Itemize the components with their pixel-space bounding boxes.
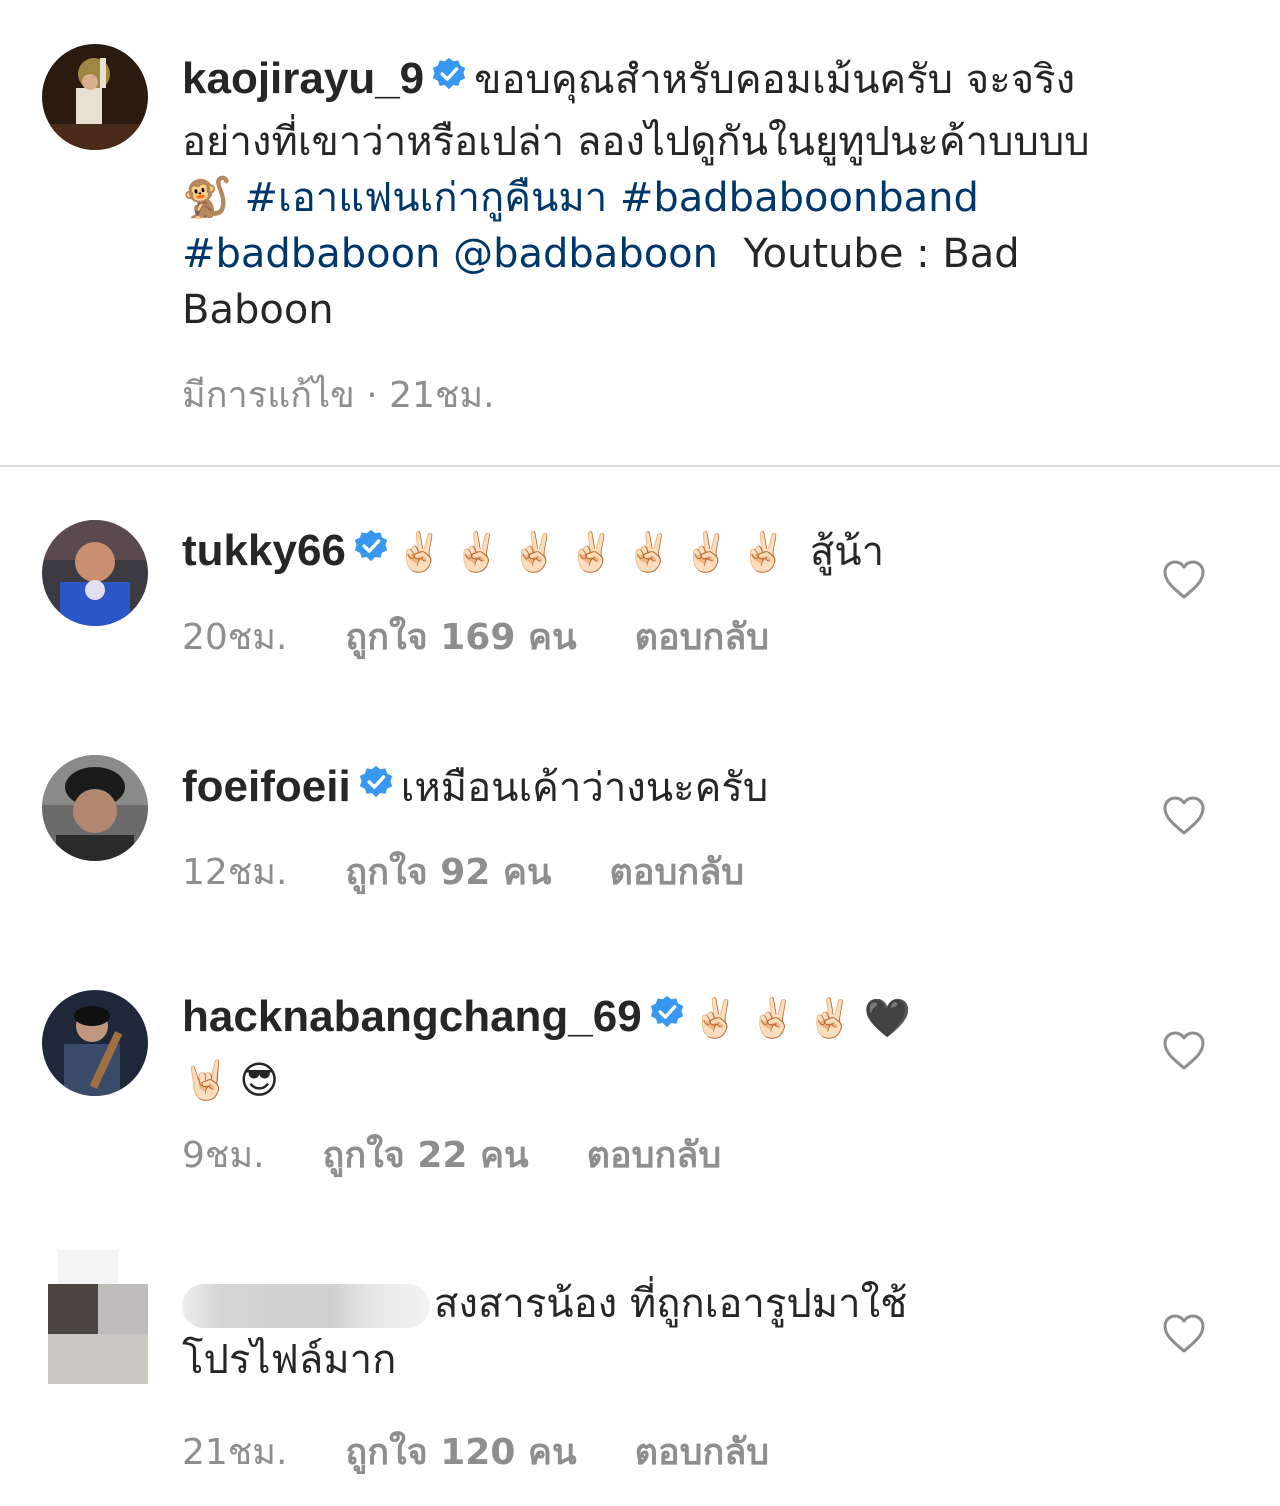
comment-avatar[interactable] — [42, 755, 148, 861]
comment-emoji-text: ✌🏻✌🏻✌🏻🖤 — [691, 996, 921, 1040]
comment-likes[interactable]: ถูกใจ 169 คน — [345, 608, 576, 665]
comment-username[interactable]: foeifoeii — [182, 762, 351, 811]
comment-username[interactable]: tukky66 — [182, 526, 346, 575]
caption-text-line2: อย่างที่เขาว่าหรือเปล่า ลองไปดูกันในยูทู… — [182, 119, 1090, 165]
comment-meta: 9ชม. ถูกใจ 22 คน ตอบกลับ — [182, 1126, 721, 1183]
comment-username[interactable]: hacknabangchang_69 — [182, 992, 642, 1041]
comment-likes[interactable]: ถูกใจ 120 คน — [345, 1423, 576, 1480]
comment-likes[interactable]: ถูกใจ 22 คน — [323, 1126, 529, 1183]
mention-link[interactable]: @badbaboon — [453, 231, 718, 277]
comment-text: สงสารน้อง ที่ถูกเอารูปมาใช้ โปรไฟล์มาก — [182, 1276, 1142, 1388]
heart-outline-icon[interactable] — [1162, 796, 1206, 836]
comment-body: สู้น้า — [809, 529, 885, 575]
caption-youtube-text-2: Baboon — [182, 287, 334, 333]
hashtag-link[interactable]: #เอาแฟนเก่ากูคืนมา — [245, 175, 608, 221]
reply-button[interactable]: ตอบกลับ — [635, 1423, 770, 1480]
comment-emoji-text-2: 🤘🏻😎 — [182, 1058, 289, 1102]
comment-avatar[interactable] — [42, 990, 148, 1096]
reply-button[interactable]: ตอบกลับ — [635, 608, 770, 665]
comment-time: 9ชม. — [182, 1135, 265, 1176]
comment-body-line2: โปรไฟล์มาก — [182, 1337, 397, 1383]
comment-meta: 12ชม. ถูกใจ 92 คน ตอบกลับ — [182, 843, 744, 900]
verified-badge-icon — [432, 50, 466, 106]
comment-text: hacknabangchang_69 ✌🏻✌🏻✌🏻🖤 🤘🏻😎 — [182, 988, 1142, 1108]
caption-text: kaojirayu_9 ขอบคุณสำหรับคอมเม้นครับ จะจริ… — [182, 50, 1242, 338]
comment-text: foeifoeii เหมือนเค้าว่างนะครับ — [182, 758, 1142, 822]
verified-badge-icon — [359, 758, 393, 814]
caption-youtube-text: Youtube : Bad — [743, 231, 1020, 277]
caption-avatar[interactable] — [42, 44, 148, 150]
comment-text: tukky66 ✌🏻✌🏻✌🏻✌🏻✌🏻✌🏻✌🏻 สู้น้า — [182, 522, 1142, 586]
caption-meta: มีการแก้ไข · 21ชม. — [182, 366, 495, 423]
heart-outline-icon[interactable] — [1162, 1031, 1206, 1071]
comment-body: เหมือนเค้าว่างนะครับ — [400, 765, 769, 811]
caption-username[interactable]: kaojirayu_9 — [182, 54, 424, 103]
comment-time: 21ชม. — [182, 1432, 288, 1473]
divider — [0, 465, 1280, 467]
comment-meta: 21ชม. ถูกใจ 120 คน ตอบกลับ — [182, 1423, 769, 1480]
comment-time: 12ชม. — [182, 852, 288, 893]
hashtag-link[interactable]: #badbaboonband — [620, 175, 979, 221]
comment-meta: 20ชม. ถูกใจ 169 คน ตอบกลับ — [182, 608, 769, 665]
comment-body: สงสารน้อง ที่ถูกเอารูปมาใช้ — [434, 1281, 908, 1327]
caption-edited-time: มีการแก้ไข · 21ชม. — [182, 375, 495, 416]
blurred-username[interactable] — [182, 1284, 430, 1328]
reply-button[interactable]: ตอบกลับ — [610, 843, 745, 900]
reply-button[interactable]: ตอบกลับ — [587, 1126, 722, 1183]
verified-badge-icon — [354, 522, 388, 578]
comment-emoji-text: ✌🏻✌🏻✌🏻✌🏻✌🏻✌🏻✌🏻 — [395, 530, 798, 574]
hashtag-link[interactable]: #badbaboon — [182, 231, 440, 277]
heart-outline-icon[interactable] — [1162, 560, 1206, 600]
comment-time: 20ชม. — [182, 617, 288, 658]
comment-likes[interactable]: ถูกใจ 92 คน — [345, 843, 551, 900]
monkey-emoji: 🐒 — [182, 175, 232, 221]
caption-text-line1: ขอบคุณสำหรับคอมเม้นครับ จะจริง — [474, 57, 1076, 103]
verified-badge-icon — [650, 988, 684, 1044]
heart-outline-icon[interactable] — [1162, 1314, 1206, 1354]
comment-avatar[interactable] — [42, 520, 148, 626]
blurred-avatar[interactable] — [48, 1250, 148, 1384]
